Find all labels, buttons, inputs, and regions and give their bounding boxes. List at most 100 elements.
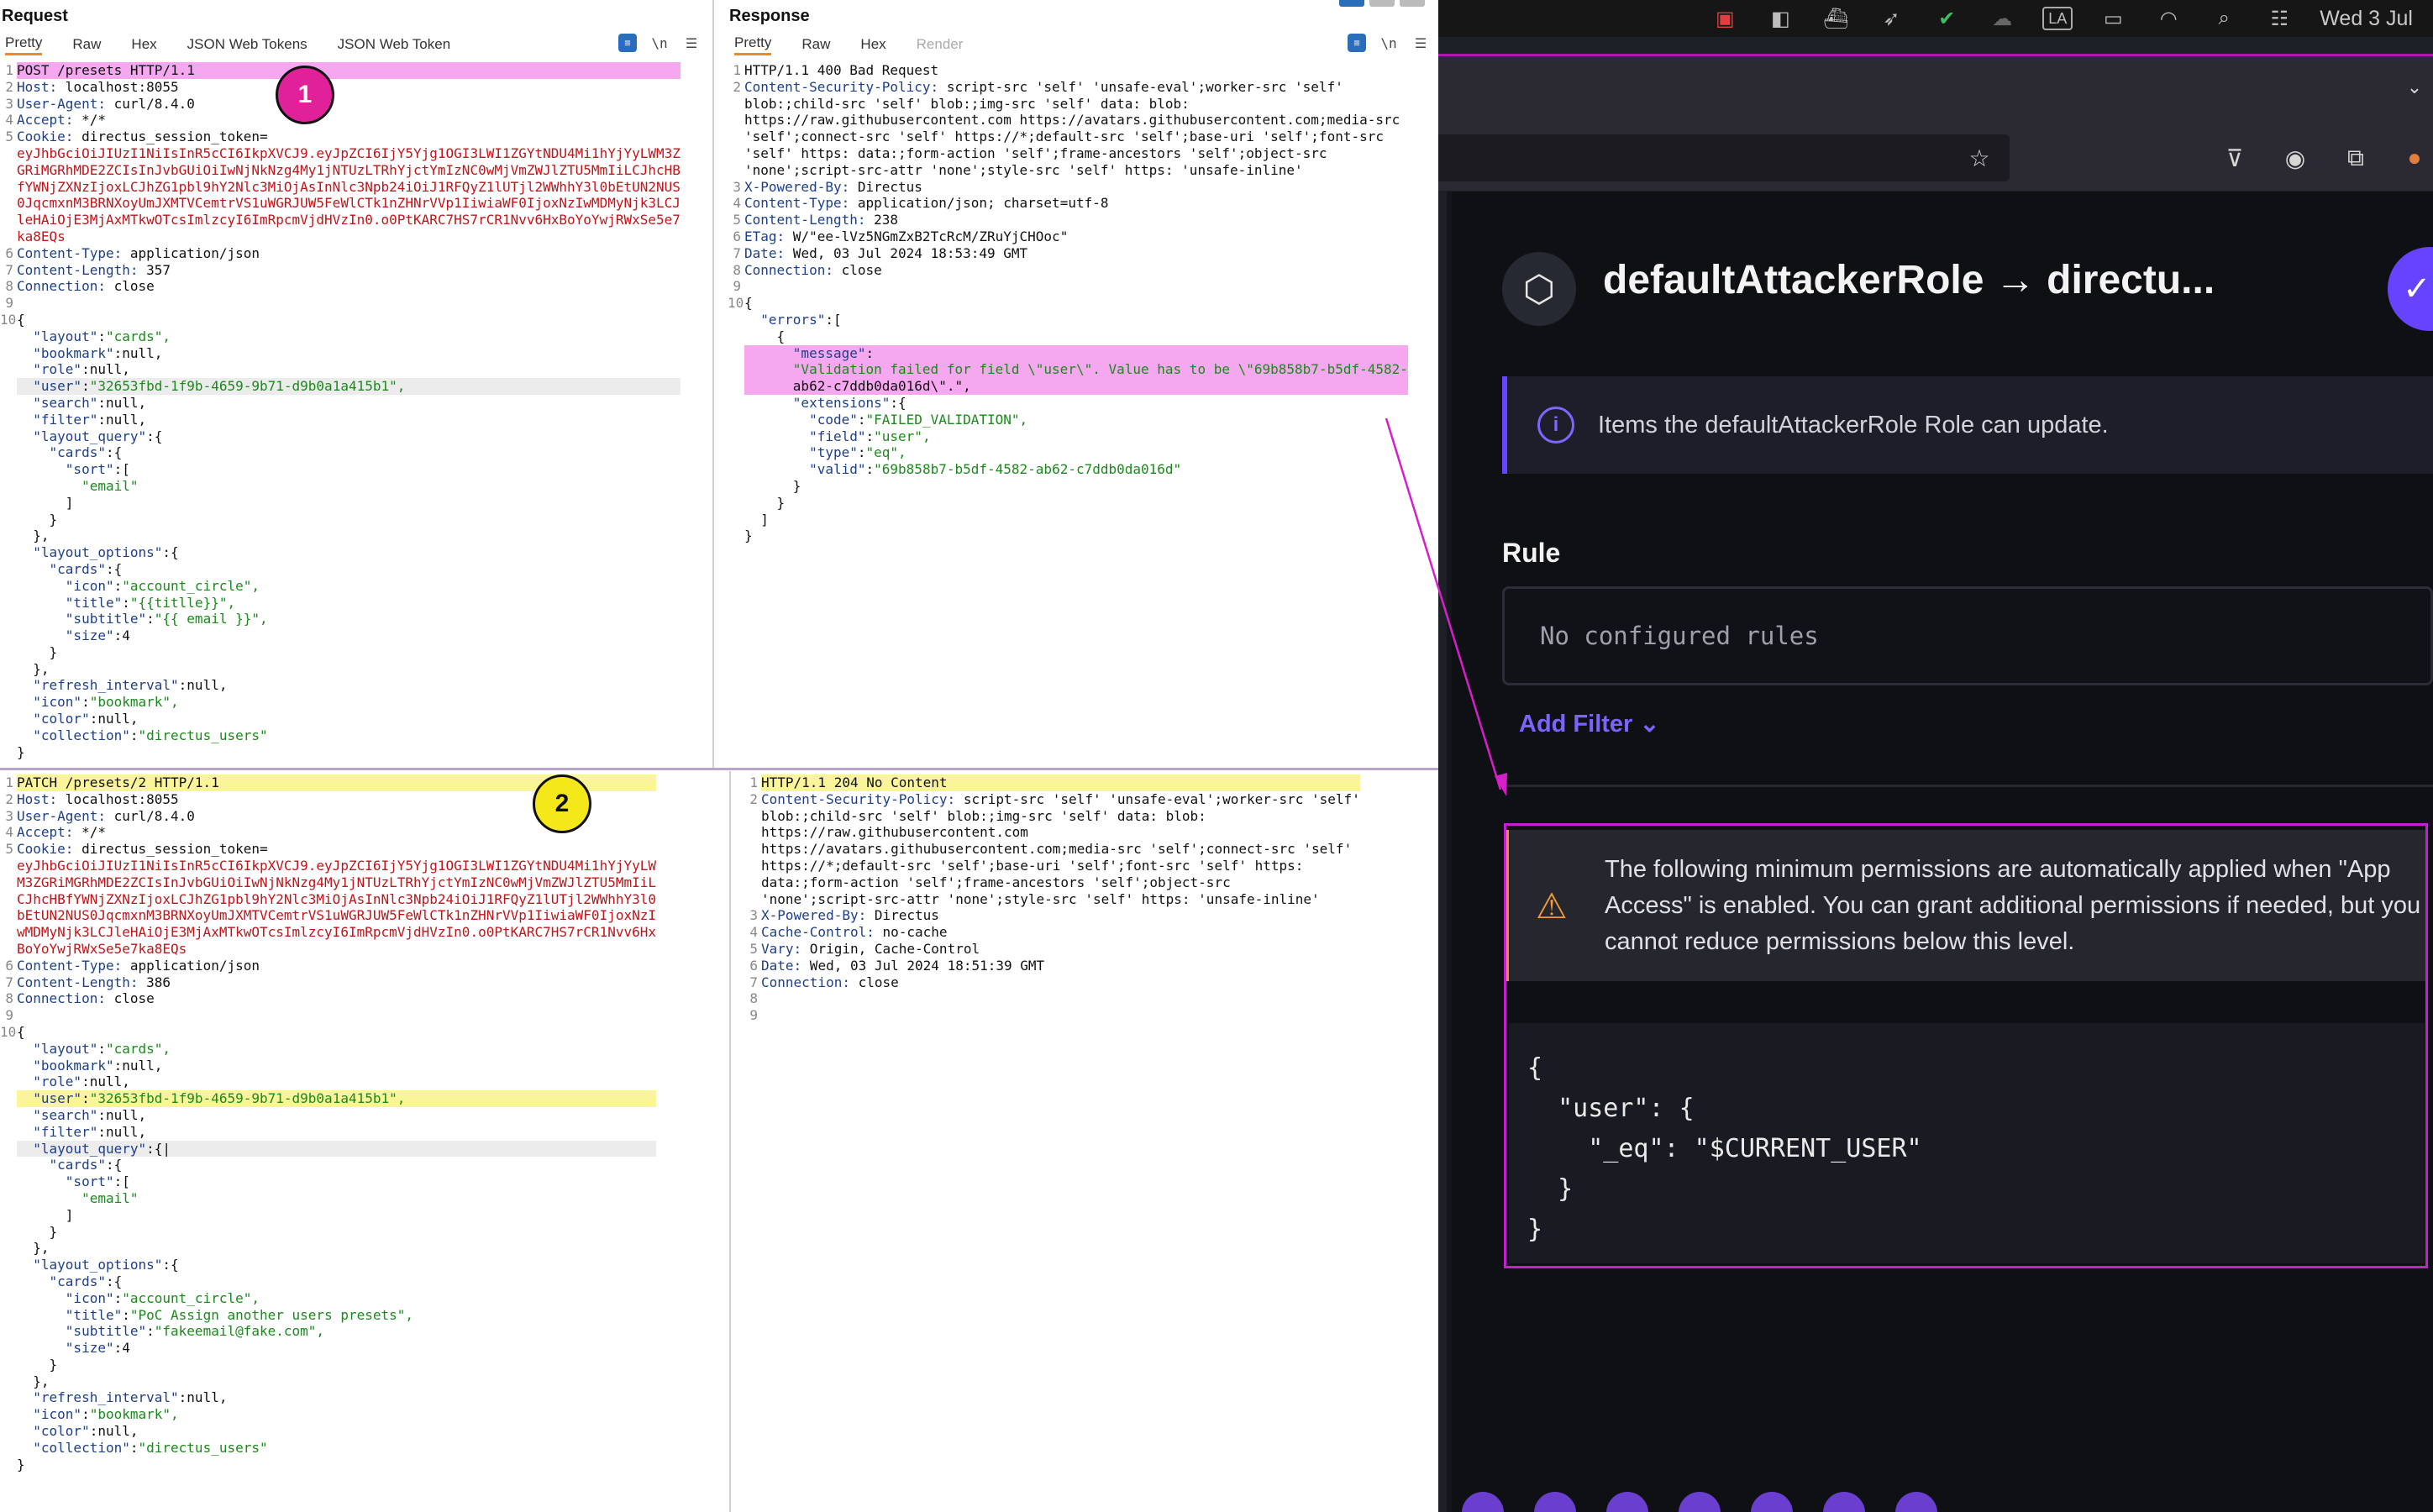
line-number (0, 924, 13, 941)
tab-hex[interactable]: Hex (860, 36, 885, 53)
code-line: "email" (17, 1189, 139, 1206)
newline-icon[interactable]: \n (650, 34, 669, 52)
add-filter-button[interactable]: Add Filter ⌄ (1519, 709, 1660, 738)
rule-field[interactable]: No configured rules (1502, 586, 2433, 685)
wrap-icon[interactable]: ≡ (1348, 34, 1366, 52)
request-1-editor[interactable]: 1 2 3 4 5 6 7 8 9 10 POST /presets HTTP/1.1 Host: l… (0, 60, 712, 766)
finder-icon[interactable]: ◧ (1765, 6, 1795, 31)
response-2-viewer[interactable]: 1 2 3 4 5 6 7 8 9 HTTP/1.1 204 No Content Content-… (744, 773, 1438, 1512)
back-icon[interactable] (1462, 1492, 1504, 1512)
chevron-down-icon[interactable]: ⌄ (2399, 72, 2430, 102)
battery-icon[interactable]: ▭ (2098, 6, 2128, 31)
code-text[interactable]: POST /presets HTTP/1.1 Host: localhost:80… (17, 62, 681, 760)
code-line: Content-Length: 386 (17, 974, 171, 990)
response-tabs: Pretty Raw Hex Render (734, 32, 993, 57)
forward-icon[interactable] (1534, 1492, 1576, 1512)
code-text[interactable]: HTTP/1.1 400 Bad Request Content-Security… (744, 62, 1408, 544)
code-line: https://raw.githubusercontent.com https:… (744, 112, 1400, 129)
save-icon[interactable] (1679, 1492, 1721, 1512)
code-line: "bookmark":null, (33, 1057, 163, 1074)
code-line: "role":null, (33, 361, 130, 378)
tab-pretty[interactable]: Pretty (5, 34, 43, 55)
code-line: "title":"PoC Assign another users preset… (65, 1306, 414, 1323)
code-line: Date: Wed, 03 Jul 2024 18:53:49 GMT (744, 244, 1028, 261)
cloud-icon[interactable]: ☁ (1987, 6, 2017, 31)
help-icon[interactable] (1823, 1492, 1865, 1512)
line-number (0, 1207, 13, 1224)
tab-pretty[interactable]: Pretty (734, 34, 772, 55)
code-line: Date: Wed, 03 Jul 2024 18:51:39 GMT (761, 957, 1045, 974)
avatar-icon[interactable]: ● (2399, 143, 2430, 173)
tab-json-web-token[interactable]: JSON Web Token (338, 36, 451, 53)
code-line: Accept: */* (17, 112, 106, 129)
menu-icon[interactable]: ☰ (1411, 34, 1430, 52)
line-number (728, 162, 741, 179)
menu-icon[interactable]: ☰ (682, 34, 701, 52)
grid-icon[interactable] (1751, 1492, 1793, 1512)
control-center-icon[interactable]: ☷ (2264, 6, 2294, 31)
editor-split-divider[interactable] (0, 768, 1438, 770)
code-line: User-Agent: curl/8.4.0 (17, 95, 195, 112)
code-line: HTTP/1.1 400 Bad Request (744, 62, 939, 78)
line-number: 1 (733, 62, 741, 78)
line-number (0, 907, 13, 924)
line-number (728, 345, 741, 362)
document-icon[interactable] (1606, 1492, 1648, 1512)
bottom-toolbar (1462, 1492, 1937, 1512)
code-line: Connection: close (744, 261, 882, 278)
account-icon[interactable]: ◉ (2280, 143, 2310, 173)
window-controls (1339, 0, 1438, 7)
tab-raw[interactable]: Raw (72, 36, 101, 53)
line-number: 9 (749, 1007, 758, 1024)
line-number (0, 1357, 13, 1373)
code-line: Content-Security-Policy: script-src 'sel… (744, 78, 1343, 95)
pocket-icon[interactable]: ⊽ (2220, 143, 2250, 173)
code-text[interactable]: PATCH /presets/2 HTTP/1.1 Host: localhost… (17, 774, 656, 1473)
code-line: "icon":"bookmark", (33, 1406, 179, 1423)
tab-hex[interactable]: Hex (131, 36, 156, 53)
code-line: Vary: Origin, Cache-Control (761, 940, 980, 957)
code-line: "icon":"account_circle", (65, 1289, 260, 1306)
tab-render[interactable]: Render (917, 36, 964, 53)
code-line: "bookmark":null, (33, 344, 163, 361)
newline-icon[interactable]: \n (1379, 34, 1398, 52)
line-number (0, 627, 13, 644)
code-line: ] (744, 511, 769, 528)
pane-divider[interactable] (712, 0, 714, 769)
wifi-icon[interactable]: ◠ (2153, 6, 2183, 31)
extensions-icon[interactable]: ⧉ (2341, 143, 2371, 173)
star-icon[interactable]: ☆ (1964, 143, 1994, 173)
code-line: "size":4 (65, 627, 130, 644)
tab-raw[interactable]: Raw (801, 36, 830, 53)
line-number (0, 1423, 13, 1440)
code-line: "cards":{ (49, 560, 123, 577)
code-text[interactable]: HTTP/1.1 204 No Content Content-Security-… (761, 774, 1360, 1024)
url-bar[interactable] (1438, 134, 2010, 181)
request-2-editor[interactable]: 1 2 3 4 5 6 7 8 9 10 PATCH /presets/2 HTTP/1.1 Host… (0, 773, 728, 1512)
check-icon[interactable]: ✔ (1931, 6, 1962, 31)
code-line: BoYoYwjRWxSe5e7ka8EQs (17, 940, 187, 957)
docker-icon[interactable]: ⛴ (1821, 6, 1851, 31)
search-icon[interactable]: ⌕ (2209, 6, 2239, 31)
code-line: "user":"32653fbd-1f9b-4659-9b71-d9b0a1a4… (17, 1090, 656, 1107)
line-number (0, 661, 13, 678)
code-line: "layout":"cards", (33, 328, 171, 344)
line-number: 8 (5, 990, 13, 1007)
filter-icon[interactable] (1895, 1492, 1937, 1512)
code-line: "layout_options":{ (33, 544, 179, 561)
response-1-viewer[interactable]: 1 2 3 4 5 6 7 8 9 10 HTTP/1.1 400 Bad Request Conte… (728, 60, 1438, 766)
line-number: 6 (733, 228, 741, 244)
line-number (0, 228, 13, 245)
bird-icon[interactable]: ➶ (1876, 6, 1906, 31)
app-icon[interactable]: ▣ (1710, 6, 1740, 31)
line-number: 5 (5, 129, 13, 145)
input-icon[interactable]: LA (2042, 7, 2073, 30)
code-line: "color":null, (33, 1423, 139, 1440)
pane-divider[interactable] (729, 771, 731, 1512)
tab-json-web-tokens[interactable]: JSON Web Tokens (187, 36, 307, 53)
cube-icon: ⬡ (1502, 252, 1576, 326)
menubar-clock[interactable]: Wed 3 Jul (2320, 7, 2413, 31)
wrap-icon[interactable]: ≡ (618, 34, 637, 52)
line-number (0, 512, 13, 528)
line-number (0, 1090, 13, 1107)
